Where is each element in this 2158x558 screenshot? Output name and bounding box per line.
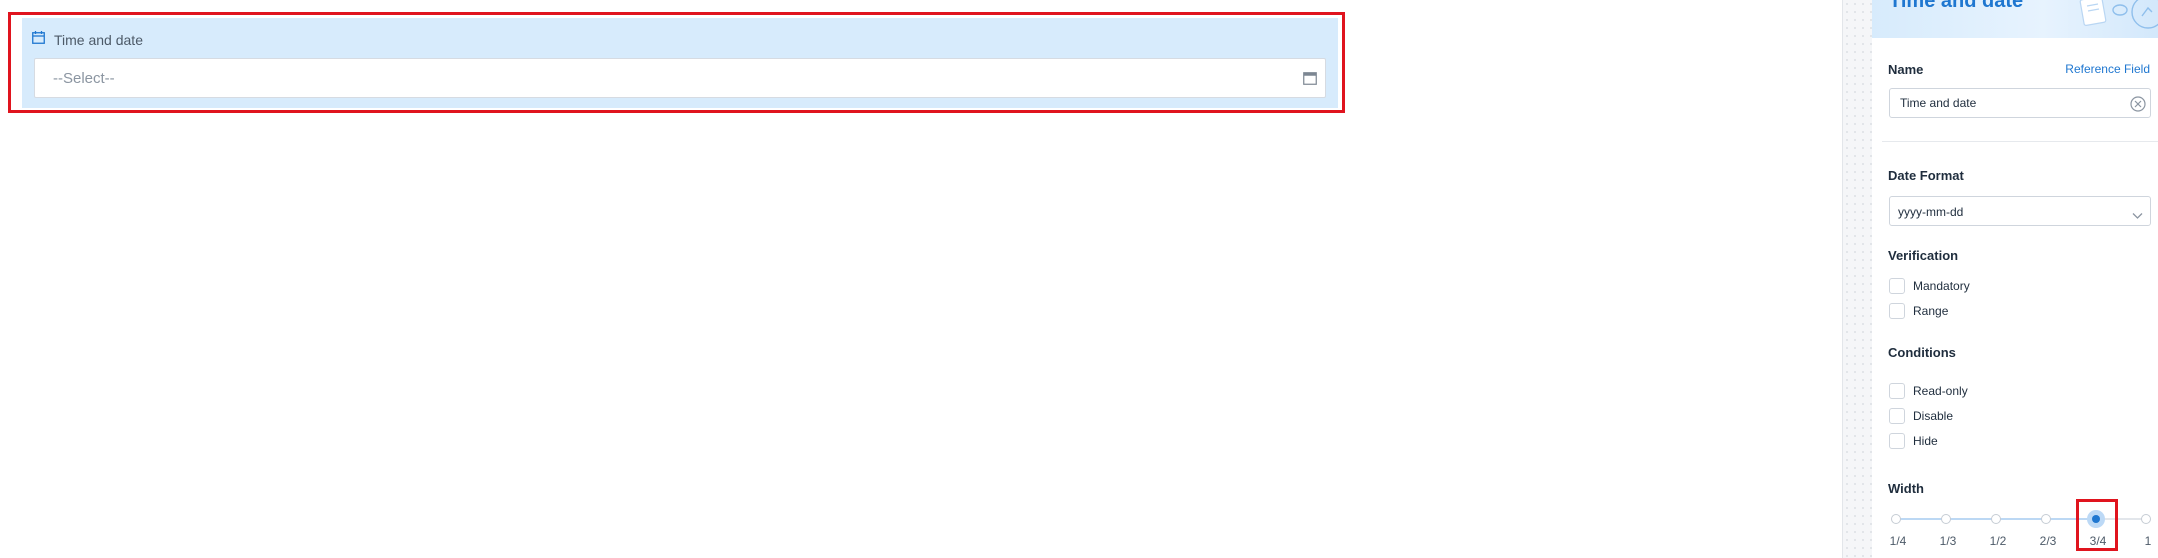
hide-label: Hide: [1913, 434, 1938, 448]
verification-label: Verification: [1888, 248, 1959, 263]
disable-label: Disable: [1913, 409, 1954, 423]
conditions-label: Conditions: [1888, 345, 1956, 360]
hide-checkbox[interactable]: [1889, 433, 1905, 449]
date-format-select[interactable]: yyyy-mm-dd: [1889, 196, 2151, 226]
disable-option[interactable]: Disable: [1889, 407, 1953, 425]
properties-panel: Time and date Name Reference Field Date …: [1872, 0, 2158, 558]
section-divider: [1882, 141, 2158, 142]
date-format-label: Date Format: [1888, 168, 1964, 183]
chevron-down-icon: [2132, 207, 2143, 225]
panel-title: Time and date: [1889, 0, 2024, 12]
calendar-icon[interactable]: [1303, 71, 1317, 90]
disable-checkbox[interactable]: [1889, 408, 1905, 424]
date-placeholder: --Select--: [53, 70, 115, 87]
slider-mark-label: 1: [2144, 534, 2152, 548]
slider-stop[interactable]: [1991, 514, 2001, 524]
slider-stop[interactable]: [1941, 514, 1951, 524]
mandatory-checkbox[interactable]: [1889, 278, 1905, 294]
slider-mark-label: 2/3: [2039, 534, 2057, 548]
reference-field-link[interactable]: Reference Field: [2065, 62, 2150, 76]
clear-circle-icon[interactable]: [2130, 96, 2146, 117]
hide-option[interactable]: Hide: [1889, 432, 1938, 450]
slider-stop[interactable]: [2041, 514, 2051, 524]
name-label: Name: [1888, 62, 1924, 77]
slider-mark-label: 1/2: [1989, 534, 2007, 548]
date-select-input[interactable]: --Select--: [34, 58, 1326, 98]
mandatory-option[interactable]: Mandatory: [1889, 277, 1970, 295]
name-input-wrapper: [1889, 88, 2151, 118]
field-label-row: Time and date: [32, 31, 143, 49]
panel-gutter: [1842, 0, 1872, 558]
mandatory-label: Mandatory: [1913, 279, 1970, 293]
slider-stop[interactable]: [1891, 514, 1901, 524]
range-option[interactable]: Range: [1889, 302, 1948, 320]
field-label: Time and date: [54, 32, 143, 48]
slider-highlight-box: [2076, 499, 2118, 551]
calendar-icon: [32, 31, 45, 49]
read-only-checkbox[interactable]: [1889, 383, 1905, 399]
read-only-option[interactable]: Read-only: [1889, 382, 1968, 400]
slider-stop[interactable]: [2141, 514, 2151, 524]
range-checkbox[interactable]: [1889, 303, 1905, 319]
slider-mark-label: 1/4: [1889, 534, 1907, 548]
range-label: Range: [1913, 304, 1949, 318]
slider-mark-label: 1/3: [1939, 534, 1957, 548]
date-format-value: yyyy-mm-dd: [1898, 205, 1964, 219]
panel-header: Time and date: [1872, 0, 2158, 38]
width-label: Width: [1888, 481, 1924, 496]
name-input[interactable]: [1890, 89, 2110, 117]
read-only-label: Read-only: [1913, 384, 1968, 398]
header-illustration: [2062, 0, 2158, 38]
date-field-widget[interactable]: Time and date --Select--: [22, 18, 1338, 108]
